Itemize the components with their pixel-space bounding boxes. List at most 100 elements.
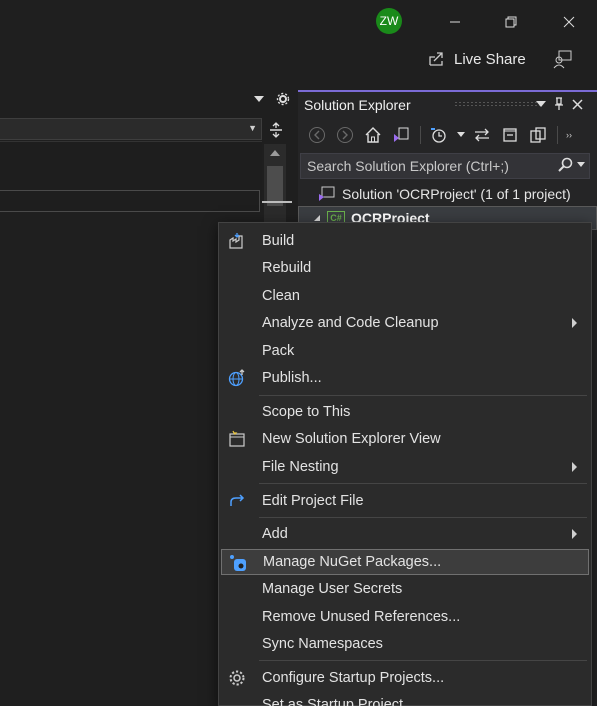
menu-item-build[interactable]: Build — [221, 228, 589, 254]
minimize-button[interactable] — [440, 8, 470, 36]
menu-separator — [259, 483, 587, 484]
live-share-button[interactable]: Live Share — [428, 46, 526, 72]
menu-separator — [259, 395, 587, 396]
restore-button[interactable] — [496, 8, 526, 36]
menu-label: Scope to This — [262, 404, 351, 420]
menu-item-rebuild[interactable]: Rebuild — [221, 255, 589, 281]
back-button[interactable] — [306, 124, 328, 146]
home-button[interactable] — [362, 124, 384, 146]
forward-arrow-icon — [337, 127, 353, 143]
restore-icon — [505, 16, 517, 28]
window-position-button[interactable] — [532, 95, 550, 113]
menu-separator — [259, 517, 587, 518]
pin-icon — [555, 97, 563, 110]
dropdown-arrow-icon[interactable] — [254, 95, 264, 103]
close-icon — [563, 16, 575, 28]
menu-item-sync-namespaces[interactable]: Sync Namespaces — [221, 631, 589, 657]
solution-explorer-title: Solution Explorer — [304, 97, 411, 113]
menu-label: Sync Namespaces — [262, 636, 383, 652]
toolbar-separator — [420, 126, 421, 144]
menu-item-clean[interactable]: Clean — [221, 283, 589, 309]
menu-label: Manage NuGet Packages... — [263, 554, 442, 570]
sync-button[interactable] — [471, 124, 493, 146]
title-bar: ZW — [0, 0, 597, 44]
minimize-icon — [450, 21, 460, 23]
menu-item-pack[interactable]: Pack — [221, 338, 589, 364]
menu-label: Manage User Secrets — [262, 581, 403, 597]
menu-item-edit-project-file[interactable]: Edit Project File — [221, 488, 589, 514]
menu-separator — [259, 660, 587, 661]
menu-item-file-nesting[interactable]: File Nesting — [221, 454, 589, 480]
dropdown-arrow-icon[interactable] — [457, 132, 465, 138]
menu-item-scope-to-this[interactable]: Scope to This — [221, 399, 589, 425]
overflow-chevron-icon[interactable]: ›› — [566, 130, 572, 140]
solution-search-input[interactable]: Search Solution Explorer (Ctrl+;) — [300, 153, 590, 179]
close-icon — [571, 98, 583, 110]
menu-label: Edit Project File — [262, 493, 364, 509]
solution-explorer-toolbar: ›› — [298, 120, 597, 150]
close-window-button[interactable] — [554, 8, 584, 36]
search-options[interactable] — [557, 157, 585, 173]
menu-item-set-startup[interactable]: Set as Startup Project — [221, 692, 589, 706]
menu-label: New Solution Explorer View — [262, 431, 441, 447]
menu-item-configure-startup[interactable]: Configure Startup Projects... — [221, 665, 589, 691]
chevron-down-icon: ▼ — [248, 123, 257, 133]
collapse-all-button[interactable] — [499, 124, 521, 146]
menu-label: Remove Unused References... — [262, 609, 461, 625]
pin-button[interactable] — [550, 95, 568, 113]
user-avatar[interactable]: ZW — [376, 8, 402, 34]
feedback-button[interactable] — [551, 46, 575, 72]
globe-publish-icon — [227, 368, 247, 388]
close-pane-button[interactable] — [568, 95, 586, 113]
submenu-arrow-icon — [572, 318, 577, 328]
switch-views-button[interactable] — [390, 124, 412, 146]
nuget-icon — [228, 553, 248, 573]
menu-label: Configure Startup Projects... — [262, 670, 445, 686]
menu-item-analyze[interactable]: Analyze and Code Cleanup — [221, 310, 589, 336]
tree-item-solution[interactable]: Solution 'OCRProject' (1 of 1 project) — [298, 182, 597, 206]
home-icon — [365, 127, 381, 143]
expanded-triangle-icon[interactable] — [313, 214, 321, 222]
show-all-files-button[interactable] — [527, 124, 549, 146]
pane-tools — [254, 92, 290, 106]
editor-line-box[interactable] — [0, 190, 260, 212]
menu-item-add[interactable]: Add — [221, 521, 589, 547]
sync-arrows-icon — [475, 128, 489, 142]
menu-label: Build — [262, 233, 295, 249]
forward-button[interactable] — [334, 124, 356, 146]
search-placeholder: Search Solution Explorer (Ctrl+;) — [307, 158, 509, 174]
menu-item-new-view[interactable]: New Solution Explorer View — [221, 426, 589, 452]
solution-explorer-header: Solution Explorer — [298, 92, 597, 118]
menu-label: Clean — [262, 288, 300, 304]
copy-files-icon — [530, 127, 546, 143]
vs-switch-icon — [394, 127, 409, 142]
menu-label: Pack — [262, 343, 295, 359]
menu-label: Publish... — [262, 370, 322, 386]
back-arrow-icon — [309, 127, 325, 143]
clock-filter-icon — [431, 128, 446, 143]
dropdown-arrow-icon — [536, 101, 546, 107]
vertical-scrollbar[interactable] — [264, 144, 286, 234]
solution-icon — [319, 186, 335, 201]
menu-item-manage-user-secrets[interactable]: Manage User Secrets — [221, 576, 589, 602]
live-share-label: Live Share — [454, 50, 526, 68]
scroll-up-icon[interactable] — [270, 150, 280, 156]
menu-item-publish[interactable]: Publish... — [221, 365, 589, 391]
menu-label: Rebuild — [262, 260, 312, 276]
live-share-icon — [429, 52, 443, 66]
drag-grip[interactable] — [454, 101, 540, 107]
gear-icon[interactable] — [276, 92, 290, 106]
collapse-icon — [503, 128, 517, 142]
redo-arrow-icon — [227, 491, 247, 511]
solution-label: Solution 'OCRProject' (1 of 1 project) — [342, 186, 571, 202]
build-icon — [227, 231, 247, 251]
pending-changes-filter-button[interactable] — [429, 124, 451, 146]
split-view-button[interactable] — [266, 120, 286, 140]
search-icon — [558, 157, 573, 172]
scrollbar-thumb[interactable] — [267, 166, 283, 206]
menu-label: Set as Startup Project — [262, 697, 404, 706]
feedback-person-icon — [553, 50, 572, 69]
editor-dropdown[interactable]: ▼ — [0, 118, 262, 140]
menu-item-manage-nuget[interactable]: Manage NuGet Packages... — [221, 549, 589, 575]
menu-item-remove-unused-references[interactable]: Remove Unused References... — [221, 604, 589, 630]
